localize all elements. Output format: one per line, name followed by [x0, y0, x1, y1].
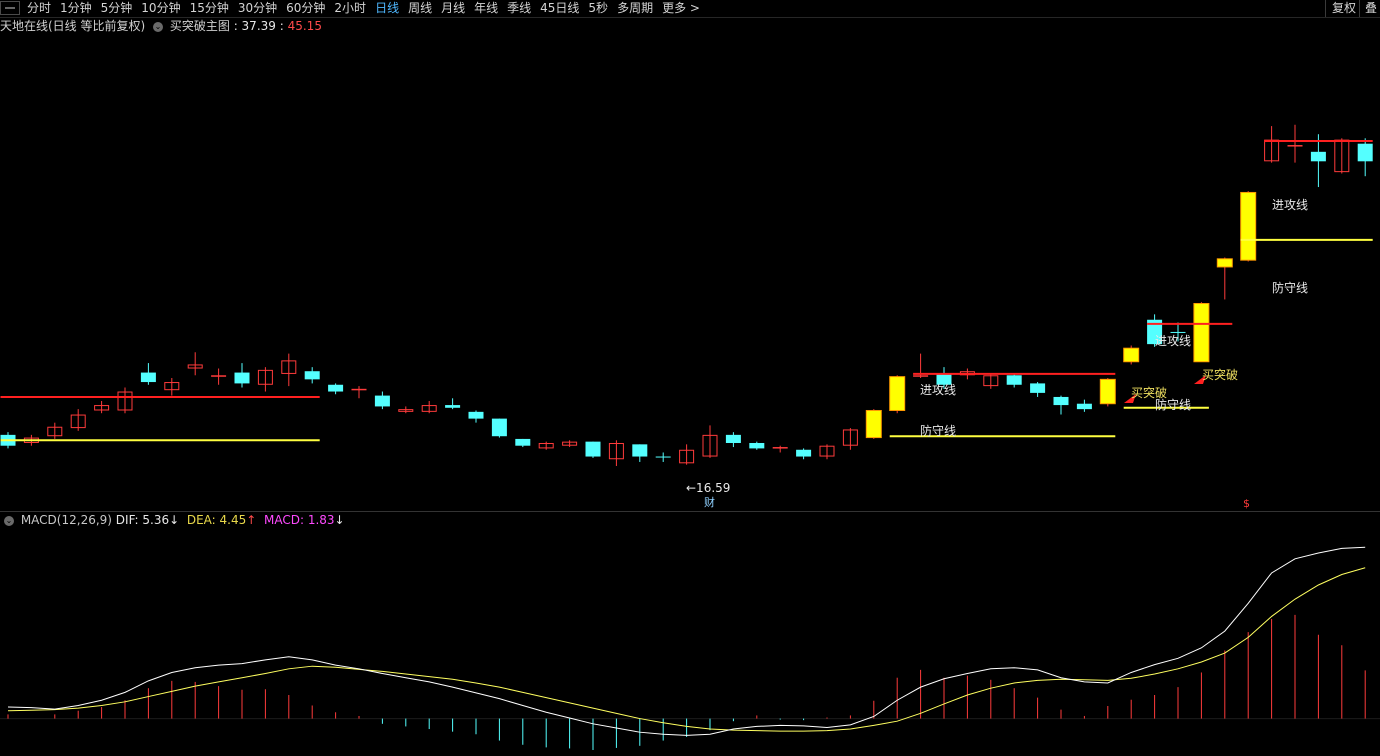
candle-body: [1076, 403, 1092, 410]
dividend-event-tag[interactable]: $: [1243, 498, 1250, 510]
finance-event-tag[interactable]: 财: [704, 497, 715, 509]
candle-body: [211, 375, 227, 377]
candle-body: [468, 411, 484, 419]
candle-body: [632, 444, 648, 457]
dif-label: DIF:: [115, 513, 139, 527]
macd-value: 1.83: [307, 513, 335, 527]
defense-line-label: 防守线: [920, 424, 957, 438]
candle-body: [585, 441, 601, 457]
candle-body: [1006, 375, 1022, 385]
defense-line-label: 防守线: [1272, 281, 1309, 295]
attack-line-label: 进攻线: [1155, 334, 1192, 348]
candle-body: [1123, 347, 1140, 363]
candle-body: [328, 384, 344, 392]
candle-body: [1193, 303, 1210, 363]
defense-line-label: 防守线: [1155, 398, 1192, 412]
candle-body: [1170, 331, 1186, 333]
low-price-label: ←16.59: [686, 481, 731, 495]
macd-name[interactable]: MACD(12,26,9): [21, 513, 112, 527]
candle-body: [725, 434, 741, 443]
kline-chart[interactable]: [0, 0, 1380, 756]
candle-body: [140, 372, 156, 383]
candle-body: [1240, 191, 1257, 261]
macd-info: ⌄ MACD(12,26,9) DIF: 5.36↓ DEA: 4.45↑ MA…: [0, 512, 345, 528]
candle-body: [865, 409, 882, 439]
candle-body: [772, 447, 788, 449]
candle-body: [1053, 396, 1069, 406]
dea-label: DEA:: [186, 513, 216, 527]
dea-value: 4.45: [219, 513, 247, 527]
attack-line-label: 进攻线: [920, 383, 957, 397]
candle-body: [889, 376, 906, 411]
macd-label: MACD:: [263, 513, 304, 527]
candle-body: [1357, 143, 1373, 162]
candle-body: [491, 418, 507, 437]
candle-body: [913, 375, 929, 377]
buy-break-label: 买突破: [1202, 368, 1239, 382]
candle-body: [1216, 258, 1233, 268]
candle-body: [351, 388, 367, 391]
dea-arrow-icon: ↑: [246, 513, 257, 527]
candle-body: [515, 438, 531, 446]
candle-body: [1099, 378, 1116, 405]
dif-value: 5.36: [142, 513, 170, 527]
candle-body: [749, 442, 765, 449]
candle-body: [374, 395, 390, 407]
macd-arrow-icon: ↓: [334, 513, 345, 527]
candle-body: [234, 372, 250, 384]
candle-body: [796, 449, 812, 457]
candle-body: [1310, 151, 1326, 162]
candle-body: [655, 456, 671, 458]
macd-dropdown-icon[interactable]: ⌄: [4, 515, 14, 526]
attack-line-label: 进攻线: [1272, 198, 1309, 212]
candle-body: [445, 405, 461, 408]
candle-body: [1287, 145, 1303, 147]
dif-arrow-icon: ↓: [169, 513, 180, 527]
dea-line: [7, 567, 1366, 732]
dif-line: [7, 546, 1366, 736]
candle-body: [304, 371, 320, 380]
candle-body: [1030, 383, 1046, 393]
